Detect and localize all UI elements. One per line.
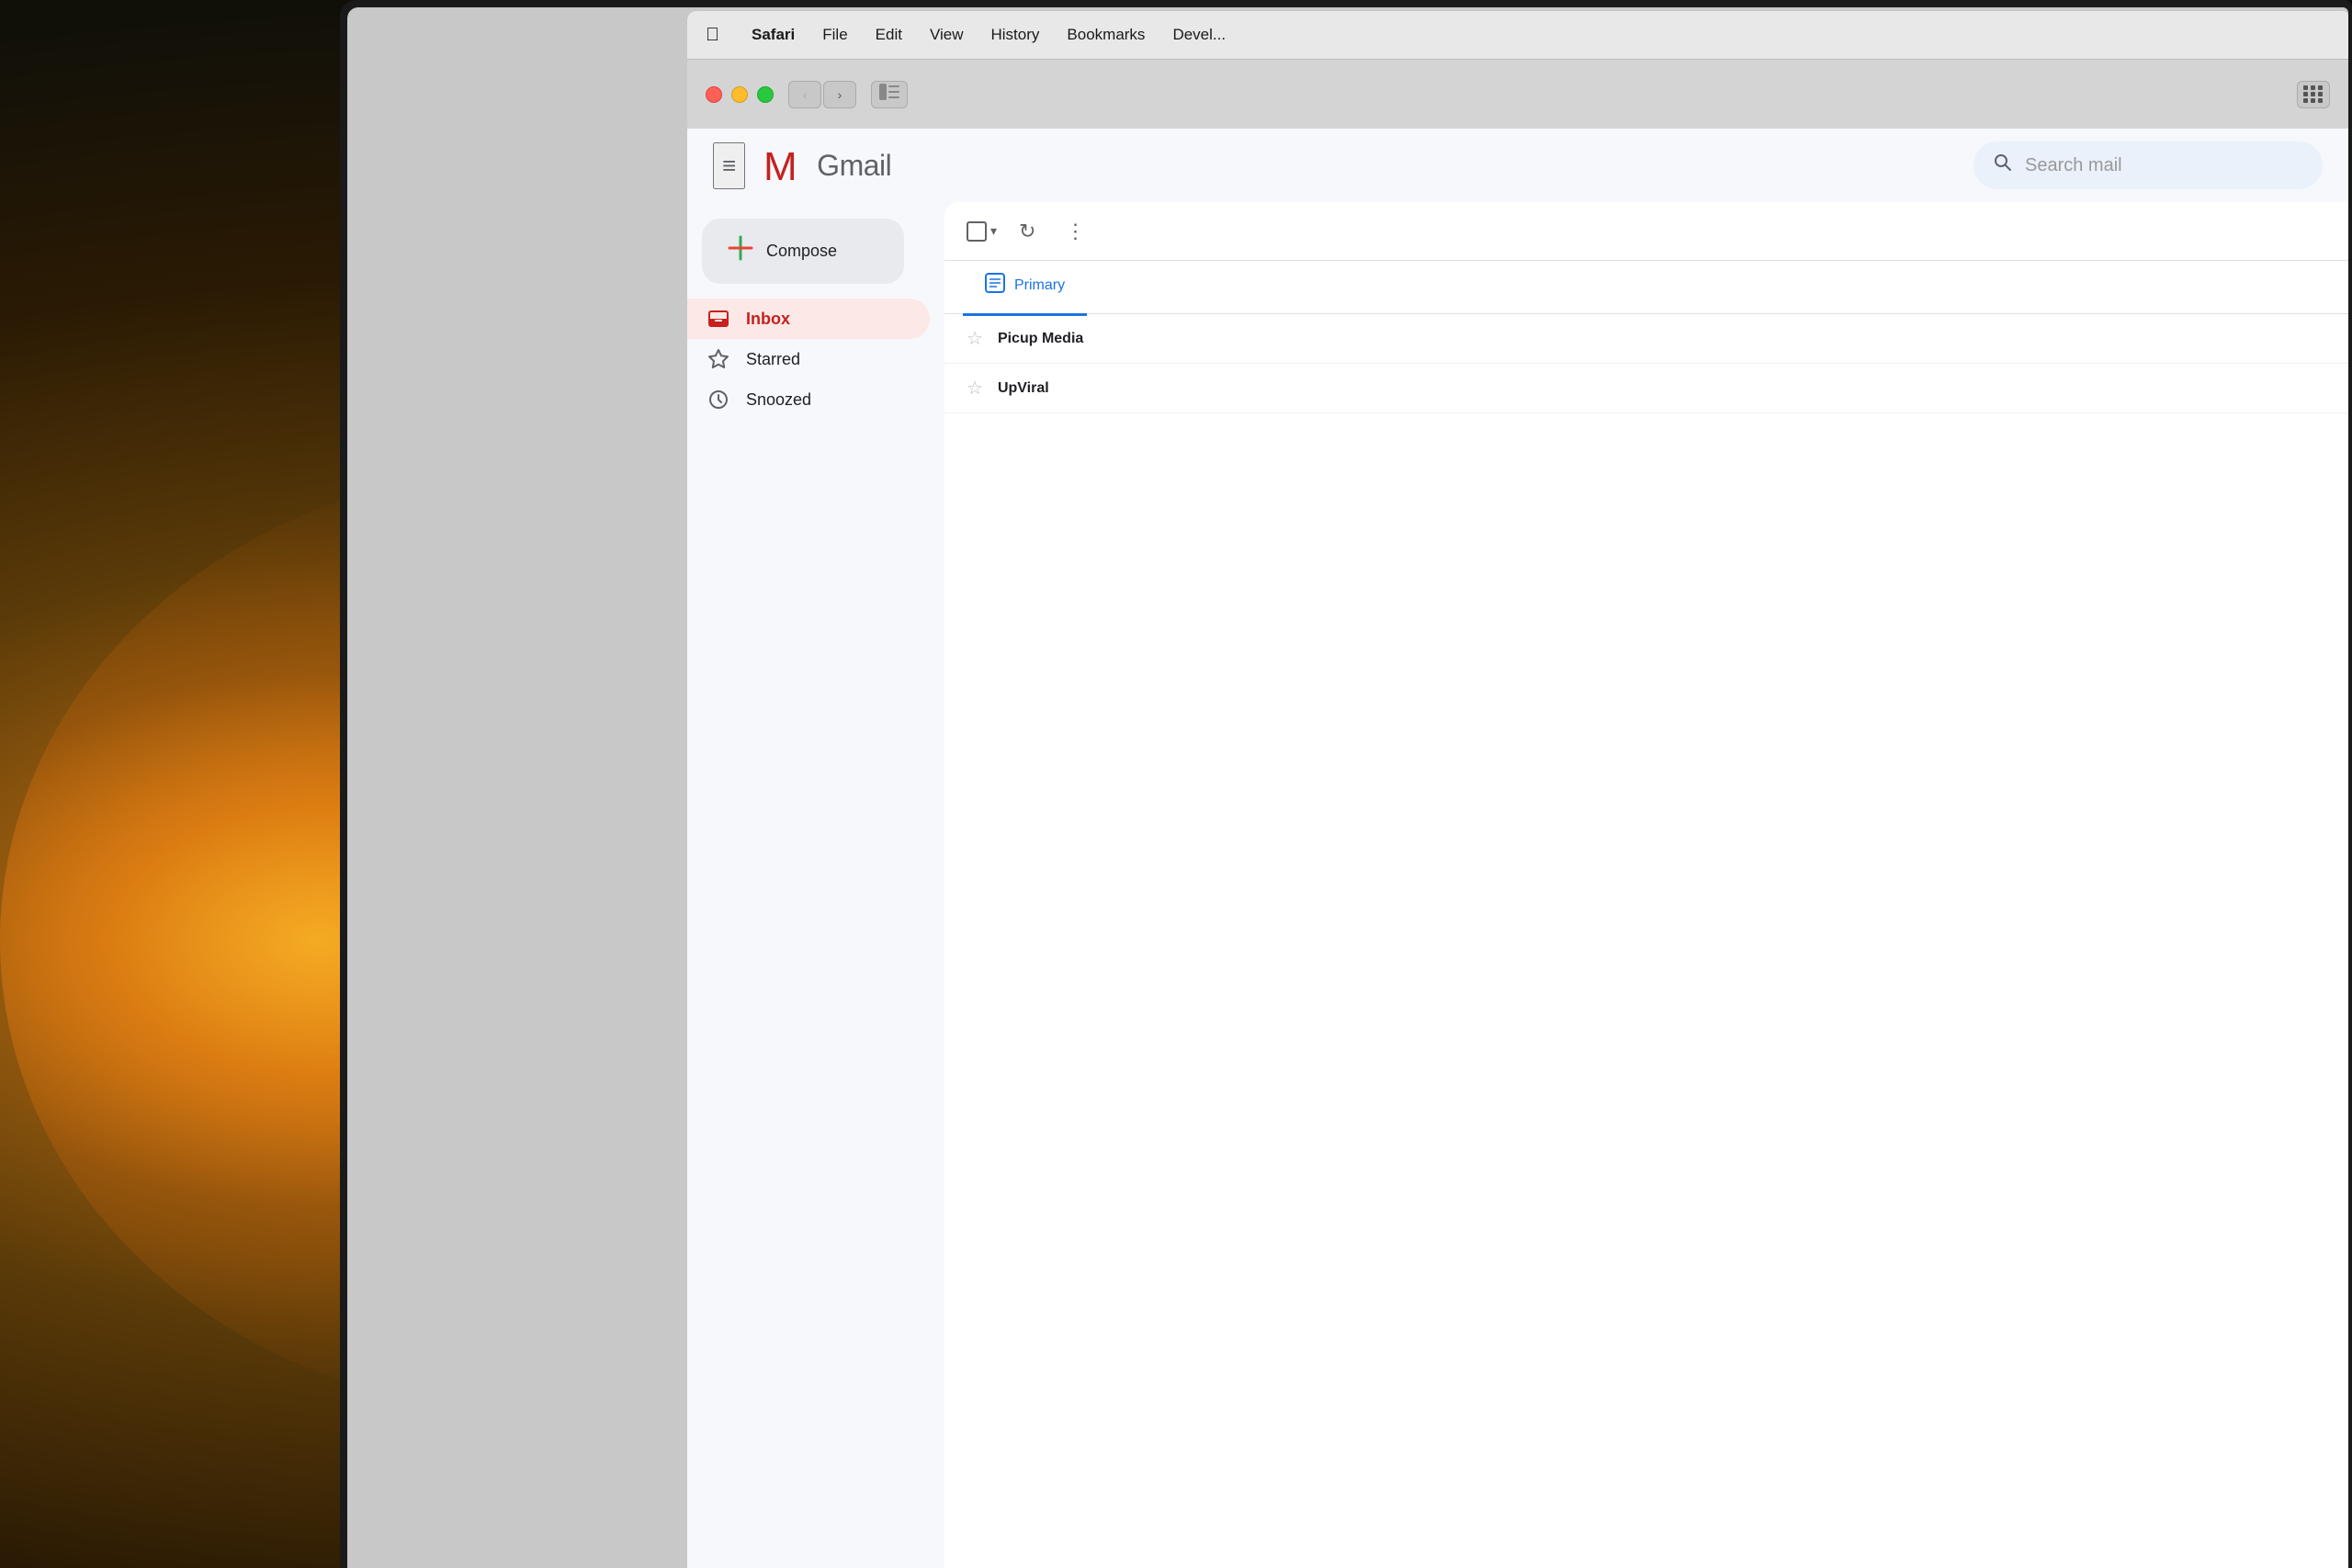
- email-content-area: ▾ ↻ ⋮: [944, 202, 2348, 1568]
- tab-overview-button[interactable]: [2297, 81, 2330, 108]
- browser-toolbar: ‹ ›: [687, 59, 2348, 129]
- star-icon[interactable]: ☆: [967, 327, 983, 350]
- table-row[interactable]: ☆ UpViral: [944, 364, 2348, 413]
- starred-label: Starred: [746, 350, 800, 369]
- compose-label: Compose: [766, 242, 837, 261]
- window-controls: [706, 86, 774, 103]
- sidebar-item-snoozed[interactable]: Snoozed: [687, 379, 930, 420]
- svg-text:M: M: [763, 147, 797, 184]
- back-button[interactable]: ‹: [788, 81, 821, 108]
- compose-plus-icon: [728, 235, 753, 267]
- primary-tab-icon: [985, 273, 1005, 299]
- gmail-wordmark: Gmail: [817, 149, 891, 183]
- gmail-header: ≡ M Gmail: [687, 129, 2348, 202]
- search-bar[interactable]: Search mail: [1973, 141, 2323, 189]
- minimize-window-button[interactable]: [731, 86, 748, 103]
- gmail-main: Compose Inbox: [687, 202, 2348, 1568]
- email-sender: Picup Media: [998, 331, 1145, 347]
- primary-tab-label: Primary: [1014, 277, 1065, 294]
- inbox-icon: [706, 308, 731, 330]
- more-options-button[interactable]: ⋮: [1057, 216, 1092, 247]
- browser-content: ≡ M Gmail: [687, 129, 2348, 1568]
- gmail-m-icon: M: [763, 147, 811, 184]
- clock-icon: [706, 389, 731, 411]
- snoozed-label: Snoozed: [746, 390, 811, 410]
- menubar-edit[interactable]: Edit: [876, 26, 902, 44]
- apple-menu[interactable]: : [706, 25, 719, 46]
- email-list: ☆ Picup Media ☆ UpViral: [944, 314, 2348, 413]
- sidebar-icon: [879, 84, 899, 105]
- fullscreen-window-button[interactable]: [757, 86, 774, 103]
- star-icon[interactable]: ☆: [967, 377, 983, 400]
- select-all-checkbox-area[interactable]: ▾: [967, 221, 997, 242]
- refresh-button[interactable]: ↻: [1012, 216, 1043, 247]
- sidebar-toggle-button[interactable]: [871, 81, 908, 108]
- close-window-button[interactable]: [706, 86, 722, 103]
- select-all-checkbox[interactable]: [967, 221, 987, 242]
- compose-button[interactable]: Compose: [702, 219, 904, 284]
- select-dropdown-chevron[interactable]: ▾: [990, 223, 997, 239]
- search-placeholder-text: Search mail: [2025, 155, 2122, 176]
- menubar:  Safari File Edit View History Bookmark…: [687, 11, 2348, 59]
- inbox-label: Inbox: [746, 310, 790, 329]
- grid-icon: [2303, 85, 2324, 103]
- menubar-view[interactable]: View: [930, 26, 964, 44]
- menubar-safari[interactable]: Safari: [752, 26, 795, 44]
- menubar-file[interactable]: File: [822, 26, 847, 44]
- navigation-buttons: ‹ ›: [788, 81, 856, 108]
- laptop-frame:  Safari File Edit View History Bookmark…: [340, 0, 2352, 1568]
- back-icon: ‹: [803, 87, 808, 102]
- hamburger-menu-button[interactable]: ≡: [713, 142, 745, 189]
- sidebar-item-inbox[interactable]: Inbox: [687, 299, 930, 339]
- email-toolbar: ▾ ↻ ⋮: [944, 202, 2348, 261]
- star-icon: [706, 348, 731, 370]
- gmail-logo: M Gmail: [763, 147, 891, 184]
- email-sender: UpViral: [998, 380, 1145, 397]
- forward-button[interactable]: ›: [823, 81, 856, 108]
- search-icon: [1992, 152, 2014, 179]
- gmail-sidebar: Compose Inbox: [687, 202, 944, 1568]
- inbox-tabs: Primary: [944, 261, 2348, 314]
- sidebar-item-starred[interactable]: Starred: [687, 339, 930, 379]
- menubar-develop[interactable]: Devel...: [1172, 26, 1226, 44]
- table-row[interactable]: ☆ Picup Media: [944, 314, 2348, 364]
- tab-primary[interactable]: Primary: [963, 258, 1087, 316]
- forward-icon: ›: [838, 87, 842, 102]
- menubar-bookmarks[interactable]: Bookmarks: [1067, 26, 1145, 44]
- menubar-history[interactable]: History: [991, 26, 1040, 44]
